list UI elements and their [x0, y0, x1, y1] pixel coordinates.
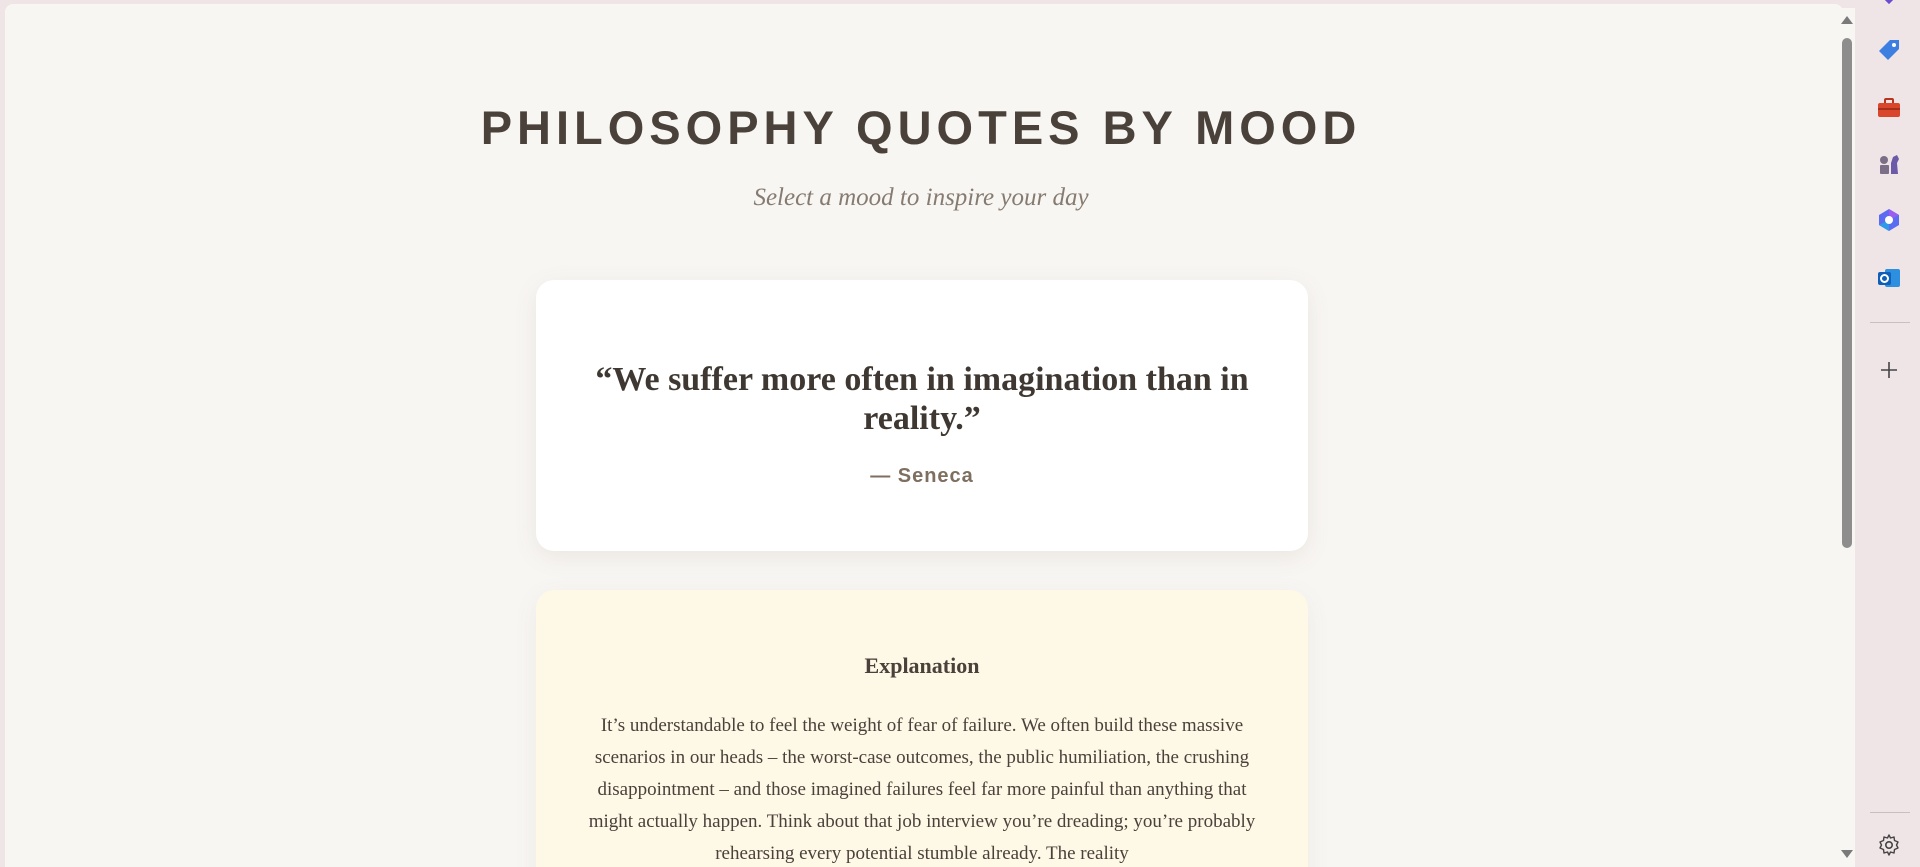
scroll-up-arrow[interactable]: [1841, 16, 1853, 24]
scroll-down-arrow[interactable]: [1841, 850, 1853, 858]
sidebar-divider: [1870, 322, 1910, 323]
vertical-scrollbar[interactable]: [1838, 8, 1855, 867]
explanation-heading: Explanation: [864, 653, 980, 678]
browser-sidebar: [1858, 0, 1920, 867]
scroll-thumb[interactable]: [1842, 38, 1852, 548]
toolbox-icon[interactable]: [1875, 94, 1903, 122]
page-content: PHILOSOPHY QUOTES BY MOOD Select a mood …: [5, 4, 1843, 867]
settings-icon[interactable]: [1875, 831, 1903, 859]
explanation-text: It’s understandable to feel the weight o…: [588, 715, 1256, 864]
copilot-icon[interactable]: [1875, 206, 1903, 234]
explanation-card: Explanation It’s understandable to feel …: [536, 590, 1308, 867]
outlook-icon[interactable]: [1875, 264, 1903, 292]
add-icon[interactable]: [1875, 356, 1903, 384]
quote-card: “We suffer more often in imagination tha…: [536, 280, 1308, 551]
page-subtitle: Select a mood to inspire your day: [753, 184, 1089, 211]
quote-author: — Seneca: [870, 465, 974, 487]
page-title: PHILOSOPHY QUOTES BY MOOD: [480, 101, 1362, 154]
partial-top-icon[interactable]: [1875, 0, 1903, 12]
chess-icon[interactable]: [1875, 150, 1903, 178]
quote-text: “We suffer more often in imagination tha…: [595, 361, 1249, 437]
sidebar-divider-bottom: [1870, 812, 1910, 813]
tag-icon[interactable]: [1875, 36, 1903, 64]
